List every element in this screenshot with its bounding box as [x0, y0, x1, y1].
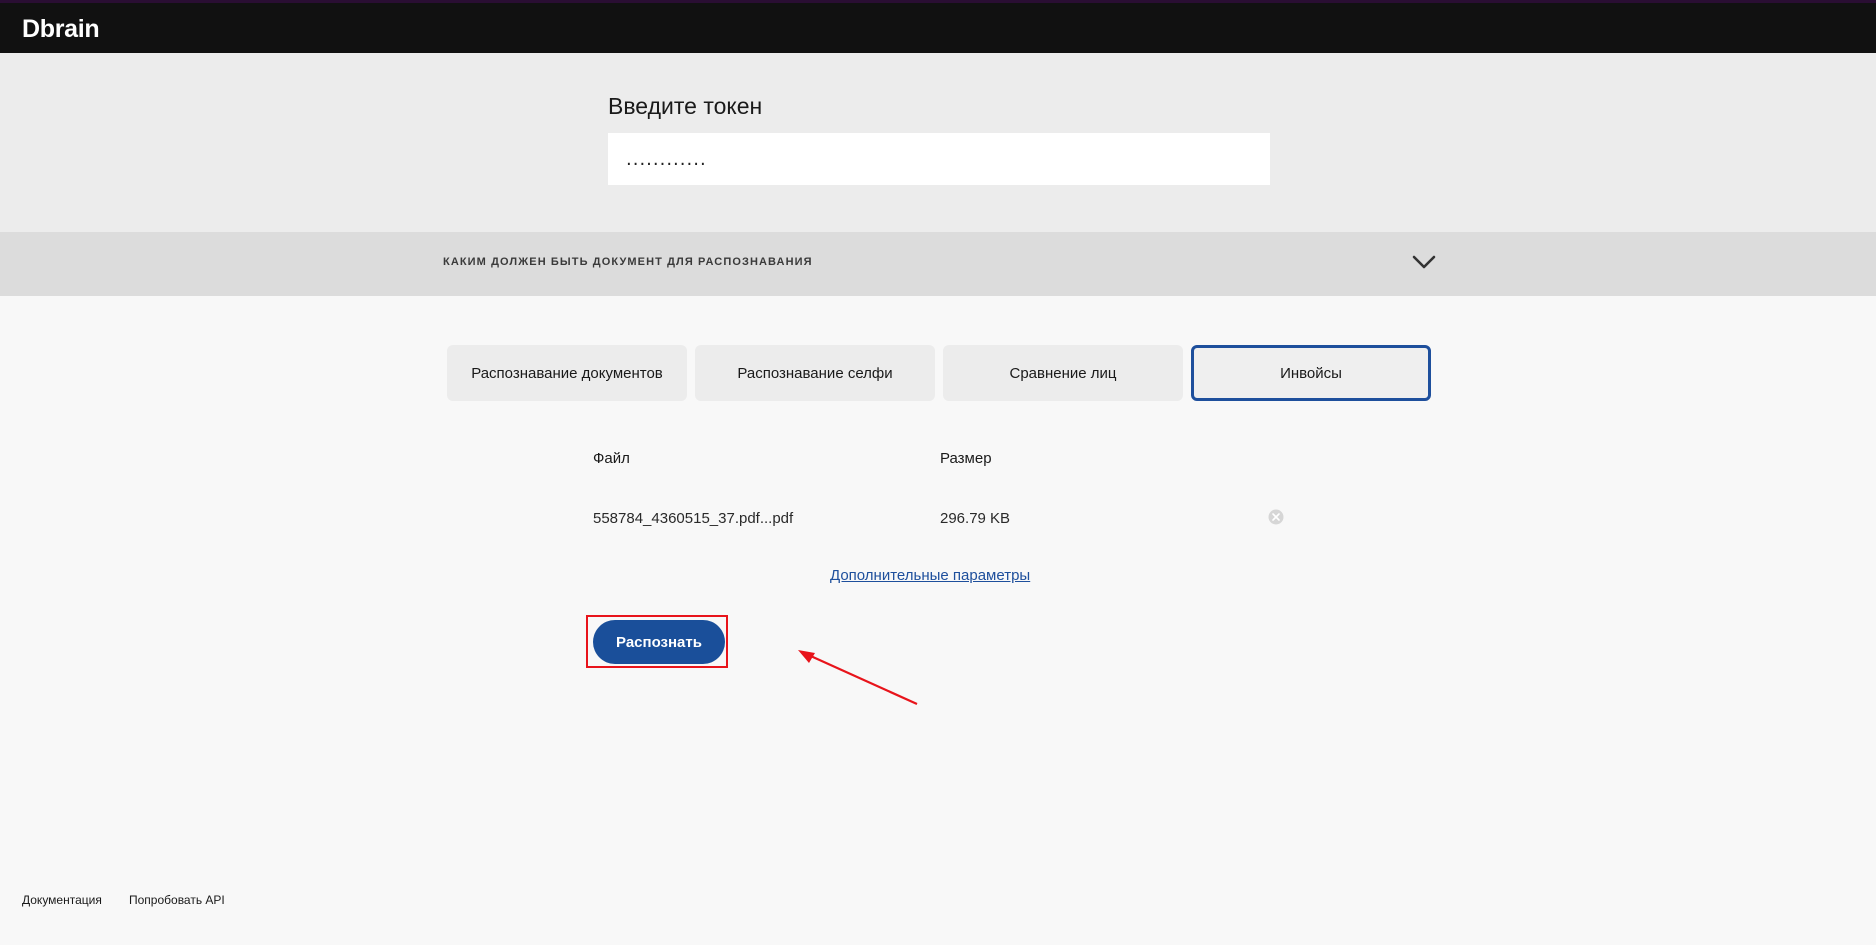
logo[interactable]: Dbrain: [22, 15, 100, 44]
document-requirements-accordion[interactable]: КАКИМ ДОЛЖЕН БЫТЬ ДОКУМЕНТ ДЛЯ РАСПОЗНАВ…: [0, 232, 1876, 296]
accordion-label: КАКИМ ДОЛЖЕН БЫТЬ ДОКУМЕНТ ДЛЯ РАСПОЗНАВ…: [443, 256, 813, 268]
column-header-size: Размер: [940, 450, 992, 467]
tab-invoices[interactable]: Инвойсы: [1191, 345, 1431, 401]
tab-face-comparison[interactable]: Сравнение лиц: [943, 345, 1183, 401]
column-header-file: Файл: [593, 450, 630, 467]
file-name: 558784_4360515_37.pdf...pdf: [593, 510, 794, 527]
annotation-arrow-icon: [798, 650, 918, 706]
additional-parameters-link[interactable]: Дополнительные параметры: [830, 567, 1030, 584]
footer-link-documentation[interactable]: Документация: [22, 893, 102, 907]
footer-link-try-api[interactable]: Попробовать API: [129, 893, 225, 907]
remove-file-icon[interactable]: [1268, 509, 1284, 525]
token-section: Введите токен: [0, 53, 1876, 232]
top-bar: Dbrain: [0, 0, 1876, 53]
chevron-down-icon[interactable]: [1410, 248, 1438, 276]
file-size: 296.79 KB: [940, 510, 1011, 527]
token-input[interactable]: [608, 133, 1270, 185]
recognize-button[interactable]: Распознать: [593, 620, 725, 664]
tab-document-recognition[interactable]: Распознавание документов: [447, 345, 687, 401]
tab-selfie-recognition[interactable]: Распознавание селфи: [695, 345, 935, 401]
token-title: Введите токен: [608, 93, 763, 119]
